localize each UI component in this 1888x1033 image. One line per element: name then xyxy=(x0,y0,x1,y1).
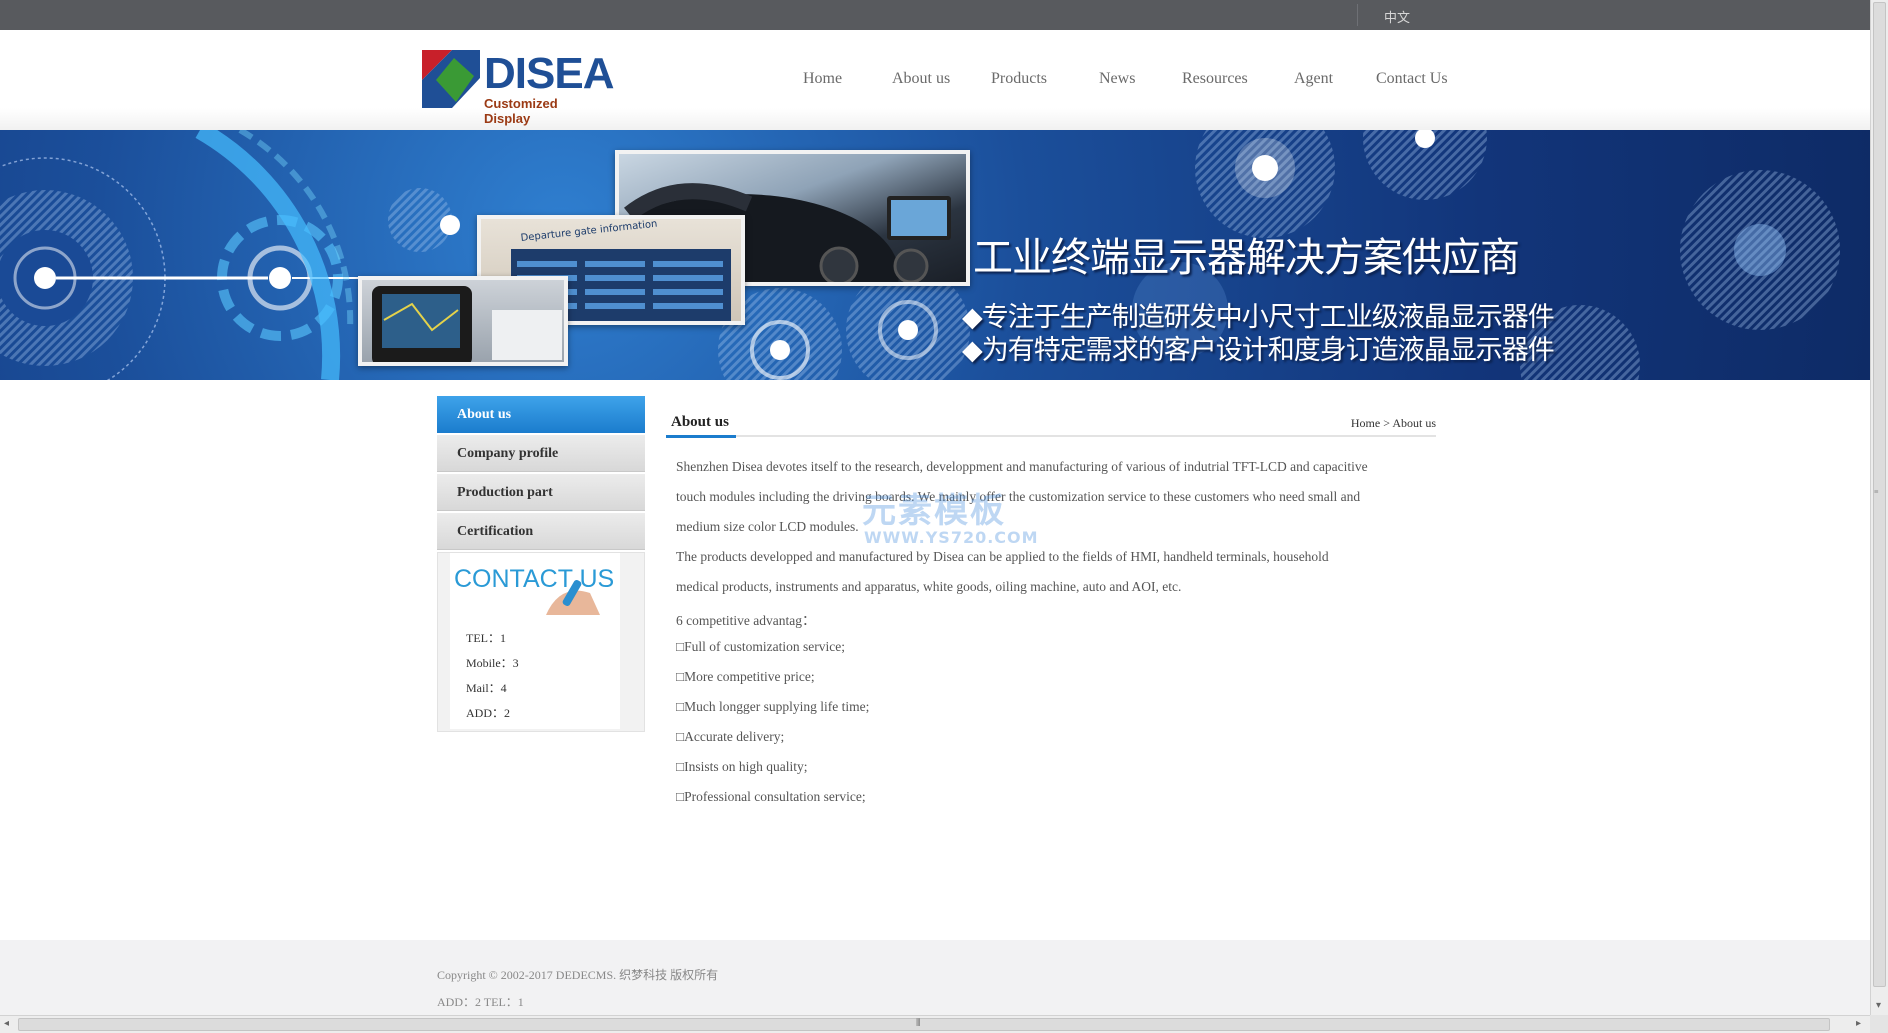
browser-viewport: 中文 DISEA Customized Display Home About u… xyxy=(0,0,1870,1015)
main-nav: Home About us Products News Resources Ag… xyxy=(0,70,1870,94)
top-bar: 中文 xyxy=(0,0,1870,30)
breadcrumb-home-link[interactable]: Home xyxy=(1351,416,1380,430)
banner-line-2: ◆为有特定需求的客户设计和度身订造液晶显示器件 xyxy=(962,335,1555,366)
hero-banner: Departure gate information 工业终端显示器解决方案供应… xyxy=(0,130,1870,380)
scroll-grip-icon: ⦀ xyxy=(916,1018,921,1029)
sidebar-item-company-profile[interactable]: Company profile xyxy=(437,435,645,472)
watermark-text: 元素模板 xyxy=(862,491,1006,531)
advantage-item: □Much longger supplying life time; xyxy=(676,699,870,714)
watermark-url: WWW.YS720.COM xyxy=(864,528,1039,547)
horizontal-scrollbar-thumb[interactable] xyxy=(18,1018,1830,1031)
nav-home[interactable]: Home xyxy=(803,70,842,88)
breadcrumb: Home > About us xyxy=(1351,416,1436,431)
logo-tagline: Customized Display xyxy=(484,96,558,126)
contact-panel: CONTACT US TEL：1 Mobile：3 Mail：4 ADD：2 xyxy=(450,553,620,729)
advantages-heading: 6 competitive advantag： xyxy=(676,613,816,628)
language-switch-link[interactable]: 中文 xyxy=(1384,7,1410,26)
advantage-item: □Insists on high quality; xyxy=(676,759,808,774)
advantage-item: □More competitive price; xyxy=(676,669,815,684)
vertical-scrollbar[interactable]: ≡ ▾ xyxy=(1870,0,1888,1015)
horizontal-scrollbar[interactable]: ◂ ⦀ ▸ xyxy=(0,1015,1870,1033)
nav-agent[interactable]: Agent xyxy=(1294,70,1333,88)
footer-address: ADD：2 TEL：1 xyxy=(437,995,524,1009)
paragraph-line-4: The products developped and manufactured… xyxy=(676,549,1329,564)
sidebar-item-certification[interactable]: Certification xyxy=(437,513,645,550)
footer-copyright: Copyright © 2002-2017 DEDECMS. 织梦科技 版权所有 xyxy=(437,968,719,982)
top-bar-divider xyxy=(1357,4,1358,26)
advantage-item: □Professional consultation service; xyxy=(676,789,866,804)
scroll-down-arrow-icon[interactable]: ▾ xyxy=(1876,1000,1881,1011)
page-title: About us xyxy=(671,414,729,430)
banner-headline: 工业终端显示器解决方案供应商 xyxy=(973,235,1520,281)
contact-mobile: Mobile：3 xyxy=(466,656,519,670)
departure-board-caption: Departure gate information xyxy=(520,219,658,244)
nav-resources[interactable]: Resources xyxy=(1182,70,1248,88)
paragraph-line-5: medical products, instruments and appara… xyxy=(676,579,1182,594)
nav-products[interactable]: Products xyxy=(991,70,1047,88)
title-divider-accent xyxy=(666,435,736,438)
nav-about-us[interactable]: About us xyxy=(892,70,950,88)
handheld-terminal-image xyxy=(372,286,562,362)
contact-us-image-title: CONTACT US xyxy=(454,565,614,593)
paragraph-line-1: Shenzhen Disea devotes itself to the res… xyxy=(676,459,1368,474)
contact-us-image: CONTACT US xyxy=(454,565,614,615)
breadcrumb-separator: > xyxy=(1380,416,1393,430)
scroll-right-arrow-icon[interactable]: ▸ xyxy=(1856,1018,1861,1029)
contact-mail: Mail：4 xyxy=(466,681,507,695)
scroll-left-arrow-icon[interactable]: ◂ xyxy=(4,1018,9,1029)
sidebar-item-production-part[interactable]: Production part xyxy=(437,474,645,511)
breadcrumb-current[interactable]: About us xyxy=(1392,416,1436,430)
nav-contact-us[interactable]: Contact Us xyxy=(1376,70,1448,88)
scrollbar-corner xyxy=(1870,1015,1888,1033)
title-divider xyxy=(666,435,1436,437)
nav-news[interactable]: News xyxy=(1099,70,1135,88)
site-header: DISEA Customized Display Home About us P… xyxy=(0,30,1870,130)
paragraph-line-3: medium size color LCD modules. xyxy=(676,519,859,534)
scroll-grip-icon: ≡ xyxy=(1874,487,1879,496)
contact-box: CONTACT US TEL：1 Mobile：3 Mail：4 ADD：2 xyxy=(437,552,645,732)
paragraph-line-2: touch modules including the driving boar… xyxy=(676,489,1361,504)
contact-address: ADD：2 xyxy=(466,706,510,720)
site-footer: Copyright © 2002-2017 DEDECMS. 织梦科技 版权所有… xyxy=(0,940,1870,1015)
banner-photo-handheld xyxy=(358,276,568,366)
sidebar-item-about-us[interactable]: About us xyxy=(437,396,645,433)
advantage-item: □Accurate delivery; xyxy=(676,729,785,744)
advantage-item: □Full of customization service; xyxy=(676,639,845,654)
contact-tel: TEL：1 xyxy=(466,631,506,645)
